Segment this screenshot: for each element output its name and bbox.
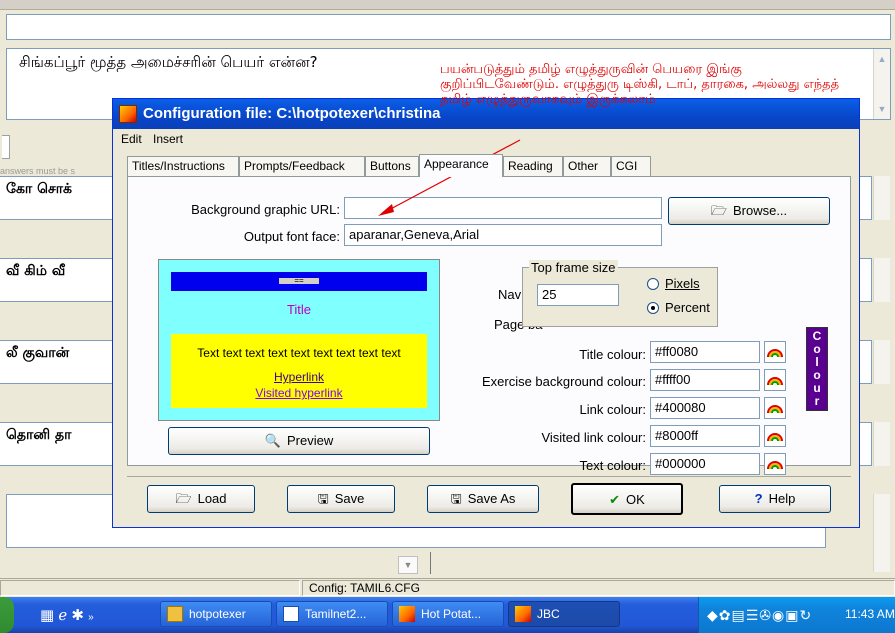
- jbc-icon: [515, 606, 531, 622]
- taskbar-item-label: JBC: [537, 607, 560, 621]
- tab-appearance[interactable]: Appearance: [419, 154, 503, 177]
- start-button[interactable]: [0, 597, 14, 633]
- word-document-icon: [283, 606, 299, 622]
- chevron-icon[interactable]: »: [88, 612, 94, 623]
- show-desktop-icon[interactable]: ▦: [40, 607, 54, 624]
- ie-icon[interactable]: ℯ: [58, 607, 67, 624]
- windows-taskbar: ▦ ℯ ✱ » hotpotexer Tamilnet2... Hot Pota…: [0, 597, 895, 633]
- annotation-arrow: [378, 139, 521, 216]
- hotpotatoes-icon: [399, 606, 415, 622]
- folder-icon: [167, 606, 183, 622]
- clock[interactable]: 11:43 AM: [845, 607, 895, 621]
- taskbar-item[interactable]: Tamilnet2...: [276, 601, 388, 627]
- tray-icons[interactable]: ◆✿▤☰✇◉▣↻: [707, 607, 812, 624]
- taskbar-item[interactable]: JBC: [508, 601, 620, 627]
- taskbar-item-label: Tamilnet2...: [305, 607, 367, 621]
- taskbar-item[interactable]: hotpotexer: [160, 601, 272, 627]
- app-icon[interactable]: ✱: [71, 607, 84, 624]
- taskbar-item[interactable]: Hot Potat...: [392, 601, 504, 627]
- quick-launch: ▦ ℯ ✱ »: [40, 606, 94, 624]
- taskbar-item-label: Hot Potat...: [421, 607, 482, 621]
- system-tray: ◆✿▤☰✇◉▣↻ 11:43 AM: [698, 597, 895, 633]
- taskbar-item-label: hotpotexer: [189, 607, 246, 621]
